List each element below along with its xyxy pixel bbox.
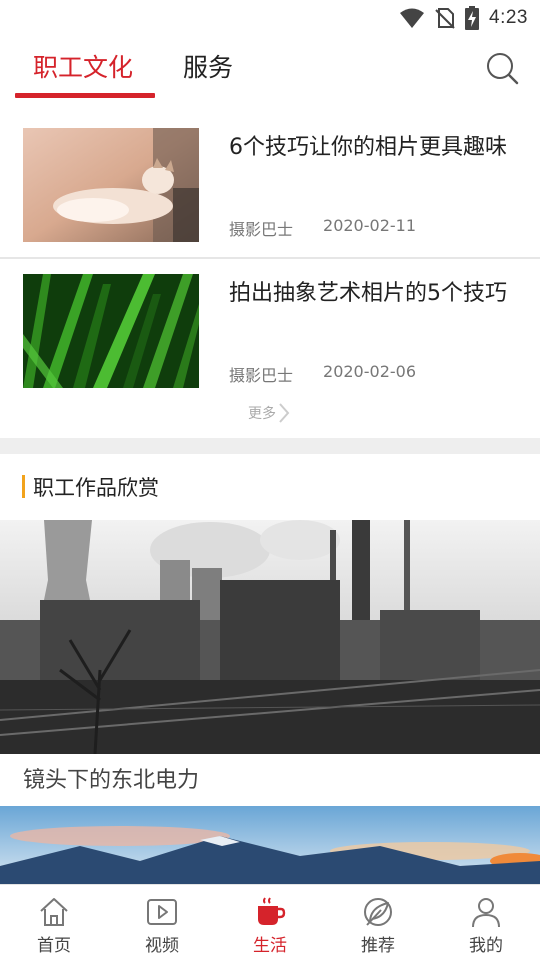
nav-label: 生活	[253, 936, 287, 956]
feature-caption: 镜头下的东北电力	[23, 768, 200, 793]
nav-item-mine[interactable]: 我的	[432, 885, 540, 960]
section-title: 职工作品欣赏	[33, 476, 159, 500]
top-tab-bar: 职工文化 服务	[0, 36, 540, 104]
leaf-icon	[364, 898, 392, 926]
nav-label: 首页	[37, 936, 71, 956]
bottom-navigation: 首页 视频 生活 推荐 我的	[0, 884, 540, 960]
status-bar: 4:23	[0, 0, 540, 36]
nav-label: 推荐	[361, 936, 395, 956]
wifi-icon	[400, 8, 425, 28]
news-thumbnail-cat	[23, 128, 199, 242]
feature-image-industrial[interactable]	[0, 520, 540, 754]
news-date: 2020-02-11	[323, 216, 416, 235]
active-tab-indicator	[15, 93, 155, 98]
news-meta: 摄影巴士 2020-02-06	[229, 362, 416, 386]
tab-services[interactable]: 服务	[183, 50, 233, 86]
tab-staff-culture[interactable]: 职工文化	[33, 50, 133, 86]
feature-image-mountain[interactable]	[0, 806, 540, 886]
nav-item-life[interactable]: 生活	[216, 885, 324, 960]
nav-item-video[interactable]: 视频	[108, 885, 216, 960]
status-time: 4:23	[489, 7, 528, 28]
more-label: 更多	[248, 406, 276, 422]
news-date: 2020-02-06	[323, 362, 416, 381]
video-play-icon	[147, 899, 177, 925]
coffee-cup-icon	[258, 897, 286, 925]
section-accent-bar	[22, 475, 25, 498]
search-icon[interactable]	[484, 50, 520, 86]
news-item[interactable]: 6个技巧让你的相片更具趣味 摄影巴士 2020-02-11	[0, 112, 540, 258]
section-separator	[0, 438, 540, 454]
news-title: 6个技巧让你的相片更具趣味	[229, 135, 507, 160]
nav-label: 视频	[145, 936, 179, 956]
news-author: 摄影巴士	[229, 220, 294, 239]
battery-charging-icon	[465, 6, 480, 30]
news-thumbnail-grass	[23, 274, 199, 388]
nav-item-recommend[interactable]: 推荐	[324, 885, 432, 960]
nav-label: 我的	[469, 936, 503, 956]
news-title: 拍出抽象艺术相片的5个技巧	[229, 281, 507, 306]
user-icon	[472, 898, 500, 928]
status-icons: 4:23	[399, 6, 528, 30]
nav-item-home[interactable]: 首页	[0, 885, 108, 960]
section-header: 职工作品欣赏	[0, 470, 540, 504]
more-link[interactable]: 更多	[248, 402, 290, 424]
news-author: 摄影巴士	[229, 366, 294, 385]
news-item[interactable]: 拍出抽象艺术相片的5个技巧 摄影巴士 2020-02-06	[0, 258, 540, 404]
news-meta: 摄影巴士 2020-02-11	[229, 216, 416, 240]
chevron-right-icon	[279, 403, 290, 423]
home-icon	[40, 898, 68, 926]
no-sim-icon	[435, 8, 455, 29]
